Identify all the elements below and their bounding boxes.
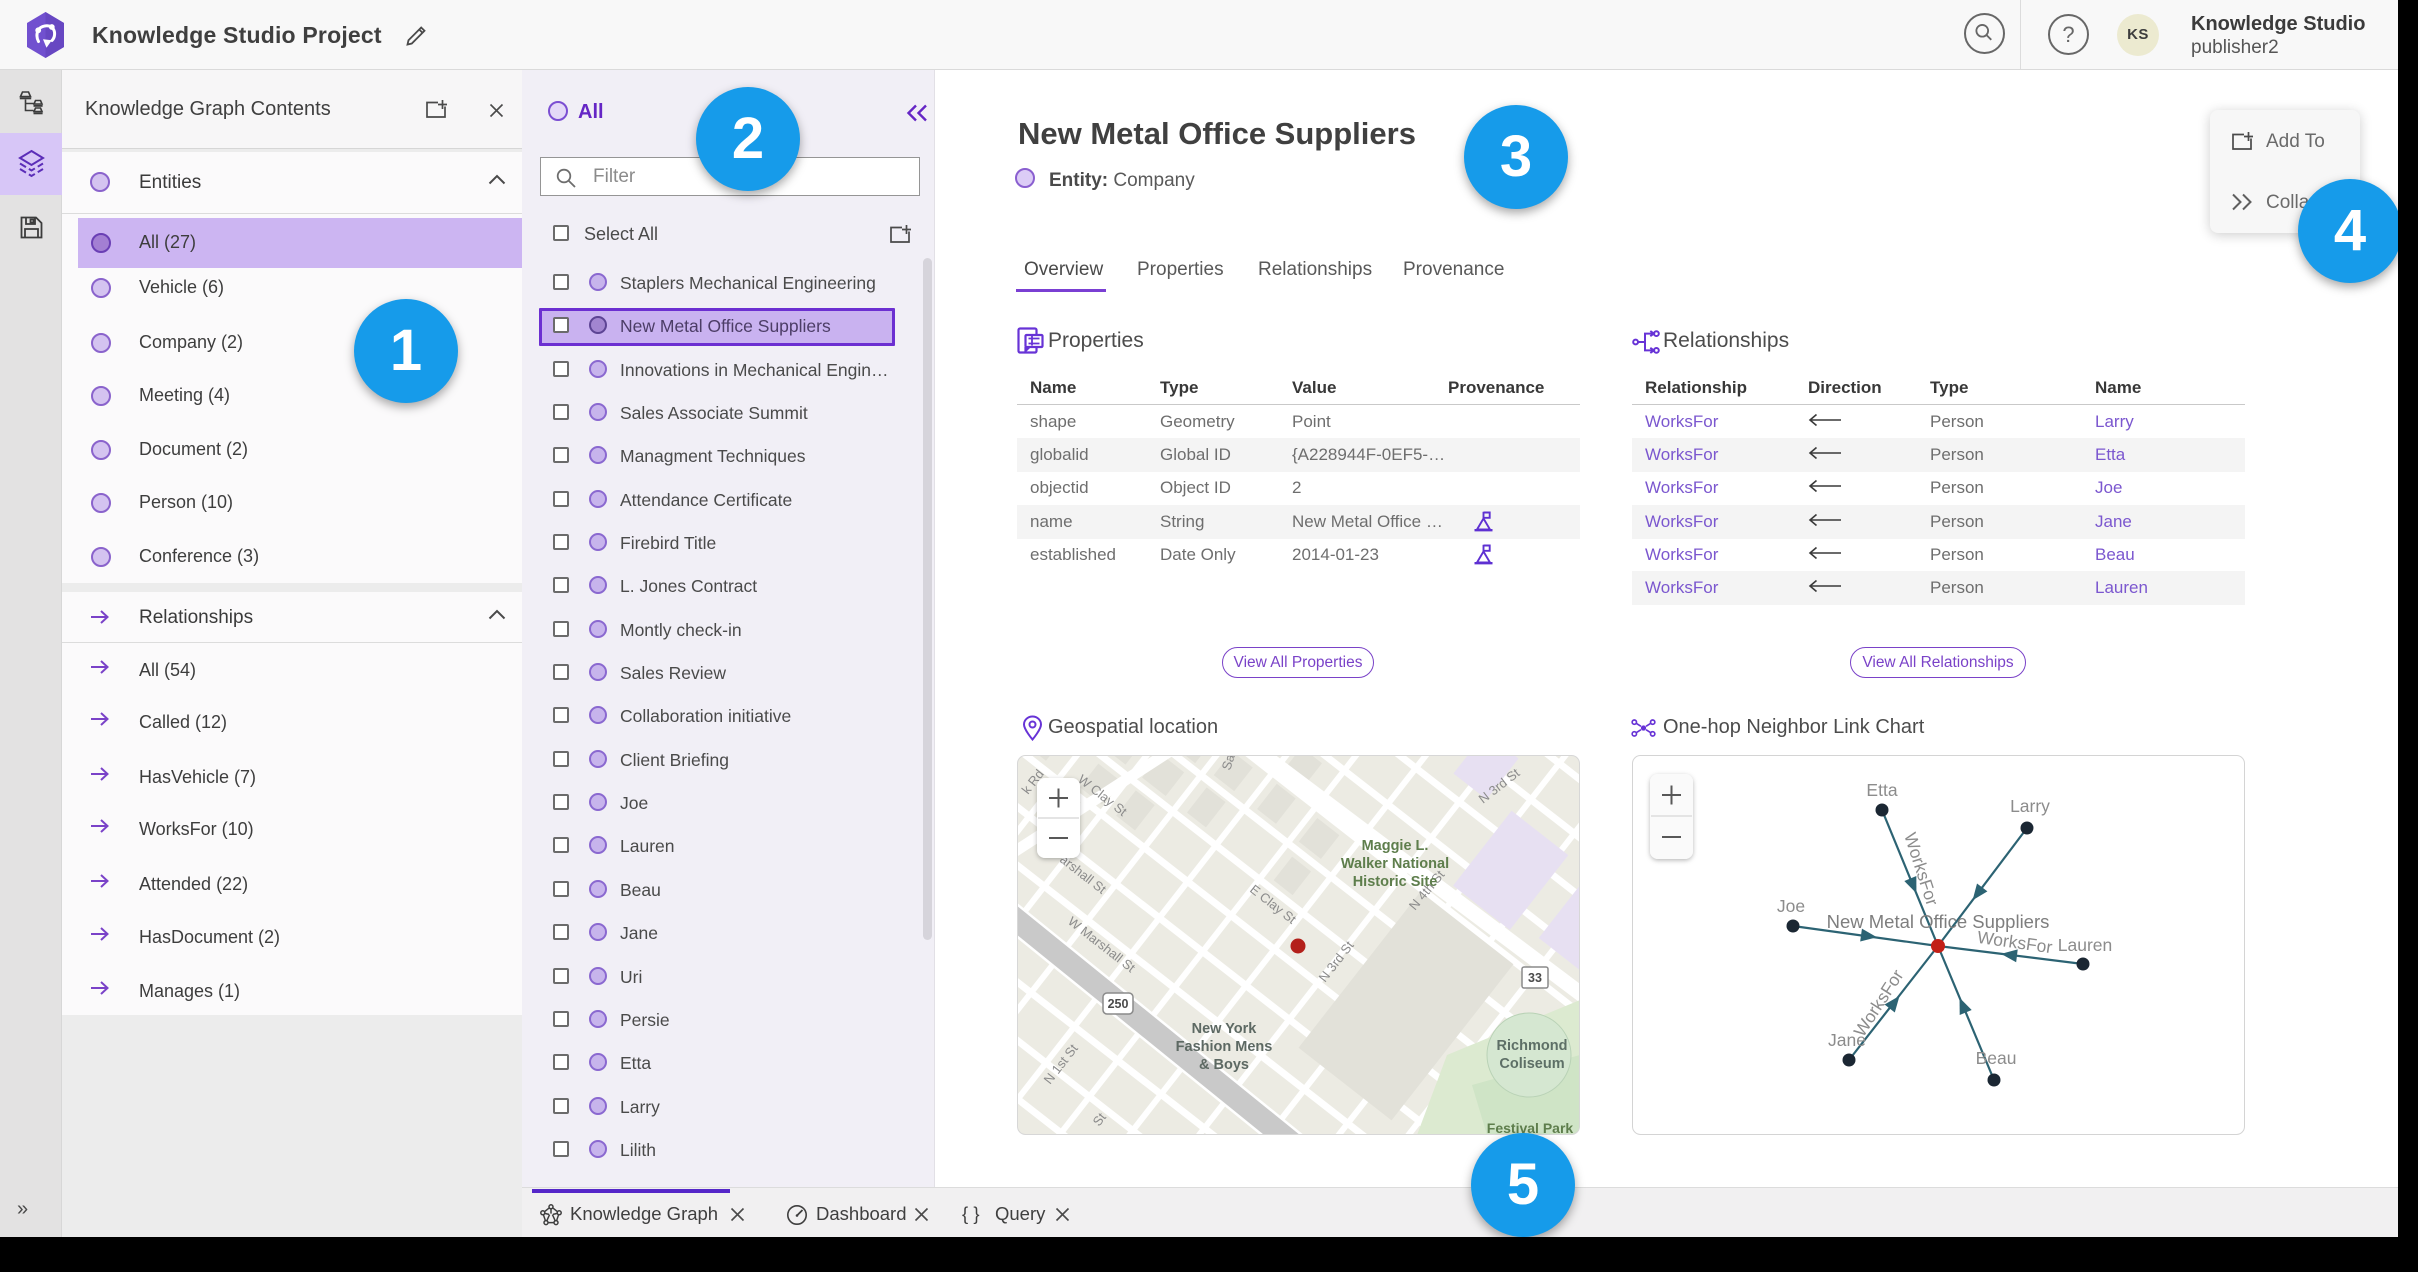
svg-text:33: 33 bbox=[1528, 971, 1542, 985]
svg-text:Walker National: Walker National bbox=[1341, 856, 1449, 872]
svg-text:Lauren: Lauren bbox=[2058, 935, 2113, 955]
svg-text:Larry: Larry bbox=[2010, 796, 2050, 816]
svg-text:& Boys: & Boys bbox=[1199, 1057, 1249, 1073]
svg-text:Etta: Etta bbox=[1866, 780, 1897, 800]
svg-text:Richmond: Richmond bbox=[1497, 1038, 1568, 1054]
svg-text:Joe: Joe bbox=[1777, 896, 1805, 916]
svg-text:Fashion Mens: Fashion Mens bbox=[1176, 1039, 1273, 1055]
svg-text:250: 250 bbox=[1108, 997, 1129, 1011]
svg-text:Maggie L.: Maggie L. bbox=[1362, 838, 1429, 854]
svg-text:New York: New York bbox=[1192, 1021, 1258, 1037]
svg-text:Coliseum: Coliseum bbox=[1499, 1056, 1564, 1072]
svg-text:Beau: Beau bbox=[1976, 1048, 2017, 1068]
svg-text:New Metal Office Suppliers: New Metal Office Suppliers bbox=[1827, 911, 2050, 932]
svg-text:Historic Site: Historic Site bbox=[1353, 874, 1438, 890]
